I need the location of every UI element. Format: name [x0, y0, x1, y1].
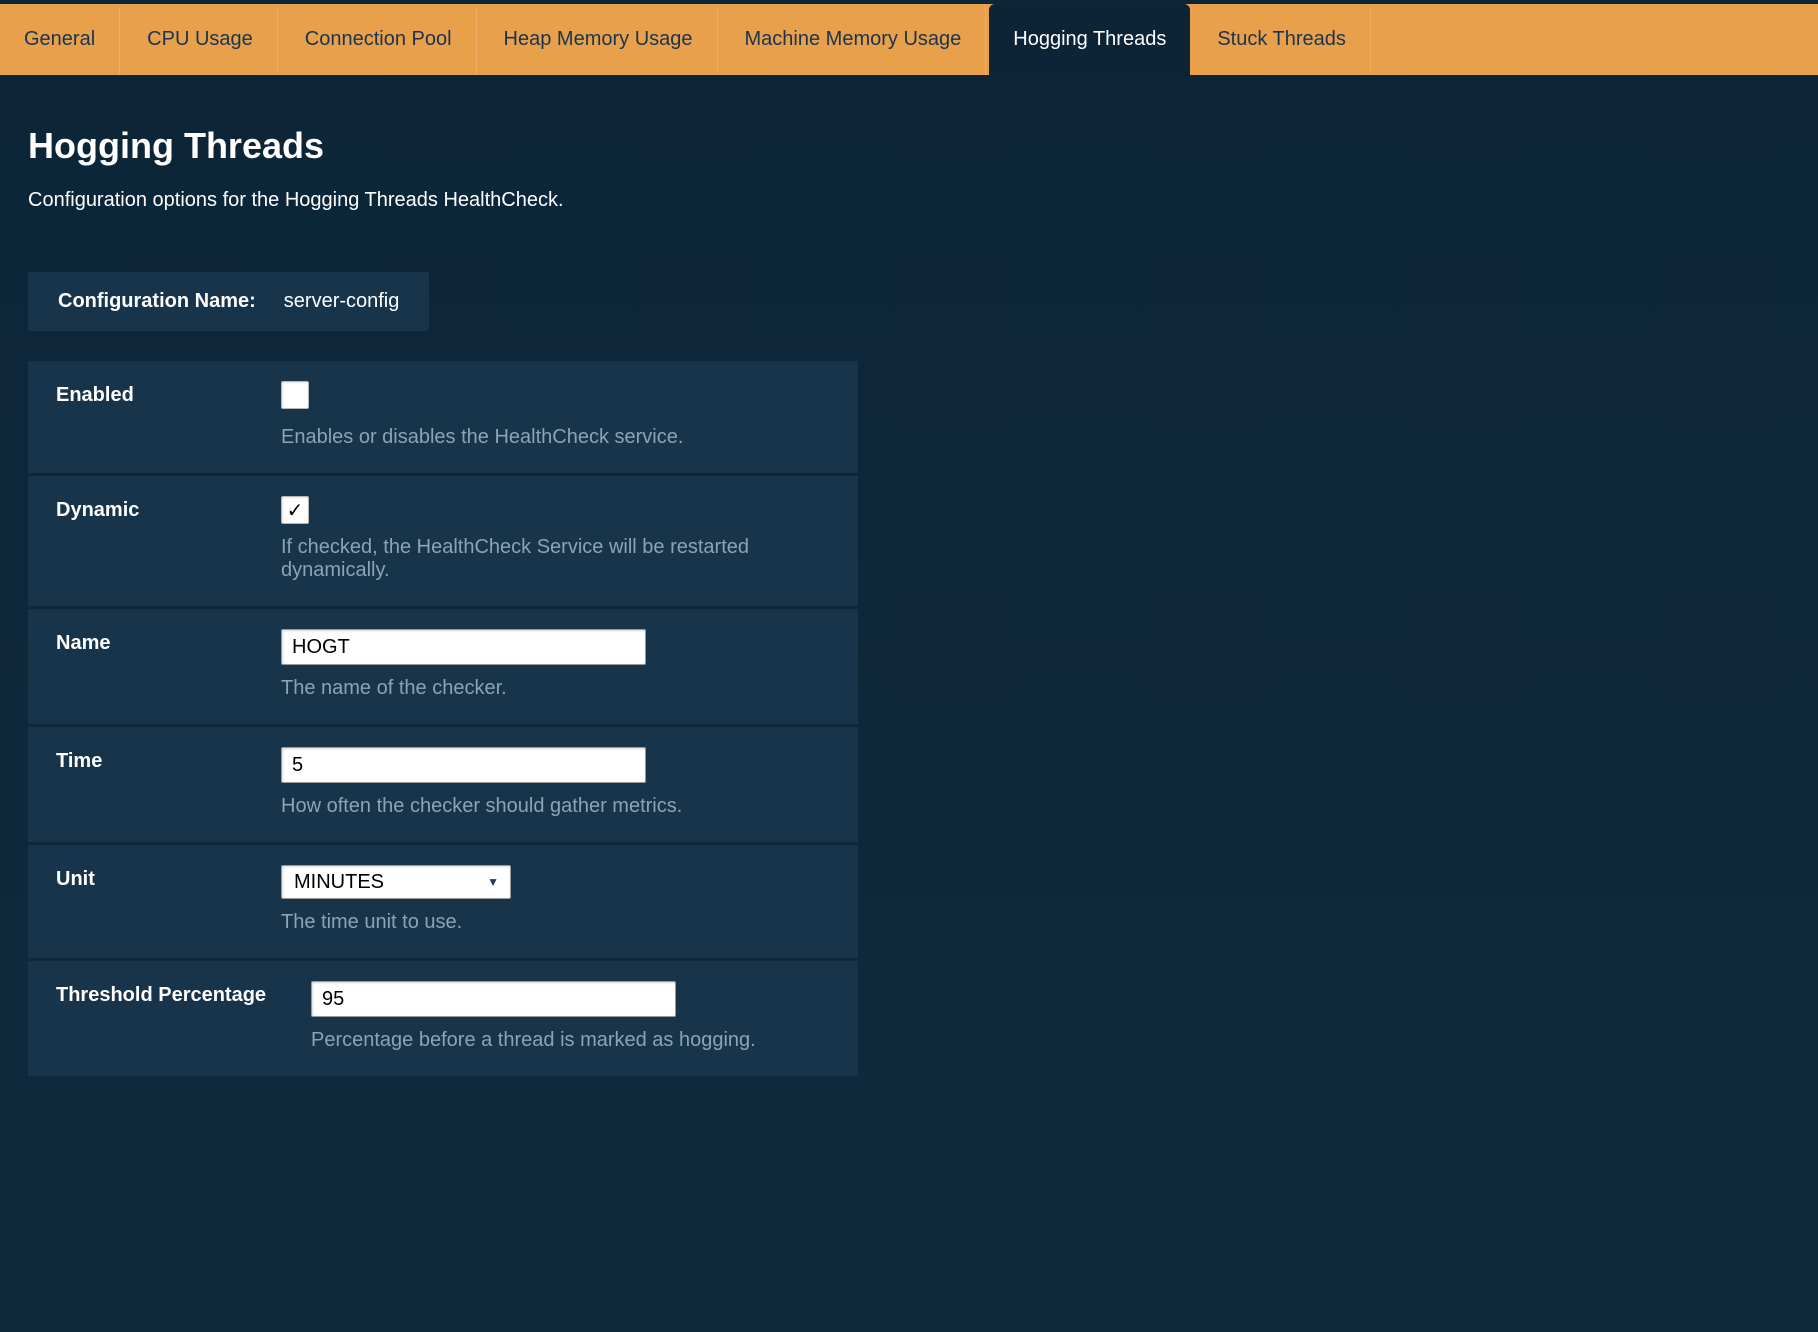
- input-time[interactable]: [281, 747, 646, 783]
- row-threshold: Threshold Percentage Percentage before a…: [28, 961, 858, 1076]
- label-enabled: Enabled: [56, 381, 281, 407]
- control-enabled: Enables or disables the HealthCheck serv…: [281, 381, 828, 449]
- select-wrapper-unit: MINUTES ▼: [281, 865, 511, 899]
- help-time: How often the checker should gather metr…: [281, 795, 828, 818]
- control-dynamic: ✓ If checked, the HealthCheck Service wi…: [281, 496, 828, 582]
- input-name[interactable]: [281, 629, 646, 665]
- tab-heap-memory-usage[interactable]: Heap Memory Usage: [480, 4, 718, 75]
- config-name-box: Configuration Name: server-config: [28, 272, 429, 331]
- help-enabled: Enables or disables the HealthCheck serv…: [281, 426, 828, 449]
- label-unit: Unit: [56, 865, 281, 891]
- help-name: The name of the checker.: [281, 677, 828, 700]
- select-unit[interactable]: MINUTES: [281, 865, 511, 899]
- label-time: Time: [56, 747, 281, 773]
- row-unit: Unit MINUTES ▼ The time unit to use.: [28, 845, 858, 958]
- help-dynamic: If checked, the HealthCheck Service will…: [281, 536, 828, 582]
- row-time: Time How often the checker should gather…: [28, 727, 858, 842]
- config-name-value: server-config: [284, 290, 400, 313]
- label-name: Name: [56, 629, 281, 655]
- control-time: How often the checker should gather metr…: [281, 747, 828, 818]
- help-threshold: Percentage before a thread is marked as …: [311, 1029, 828, 1052]
- tabs-bar: General CPU Usage Connection Pool Heap M…: [0, 4, 1818, 75]
- page-description: Configuration options for the Hogging Th…: [28, 189, 1790, 212]
- tab-general[interactable]: General: [0, 4, 120, 75]
- row-name: Name The name of the checker.: [28, 609, 858, 724]
- help-unit: The time unit to use.: [281, 911, 828, 934]
- control-threshold: Percentage before a thread is marked as …: [311, 981, 828, 1052]
- form-table: Enabled Enables or disables the HealthCh…: [28, 361, 858, 1076]
- config-name-label: Configuration Name:: [58, 290, 256, 313]
- tab-hogging-threads[interactable]: Hogging Threads: [989, 4, 1190, 75]
- row-dynamic: Dynamic ✓ If checked, the HealthCheck Se…: [28, 476, 858, 606]
- label-threshold: Threshold Percentage: [56, 981, 311, 1007]
- control-unit: MINUTES ▼ The time unit to use.: [281, 865, 828, 934]
- row-enabled: Enabled Enables or disables the HealthCh…: [28, 361, 858, 473]
- tab-connection-pool[interactable]: Connection Pool: [281, 4, 477, 75]
- checkbox-dynamic[interactable]: ✓: [281, 496, 309, 524]
- tab-stuck-threads[interactable]: Stuck Threads: [1193, 4, 1371, 75]
- control-name: The name of the checker.: [281, 629, 828, 700]
- input-threshold[interactable]: [311, 981, 676, 1017]
- page-title: Hogging Threads: [28, 125, 1790, 167]
- content-area: Hogging Threads Configuration options fo…: [0, 75, 1818, 1119]
- label-dynamic: Dynamic: [56, 496, 281, 522]
- tab-cpu-usage[interactable]: CPU Usage: [123, 4, 278, 75]
- tab-machine-memory-usage[interactable]: Machine Memory Usage: [721, 4, 987, 75]
- checkbox-enabled[interactable]: [281, 381, 309, 409]
